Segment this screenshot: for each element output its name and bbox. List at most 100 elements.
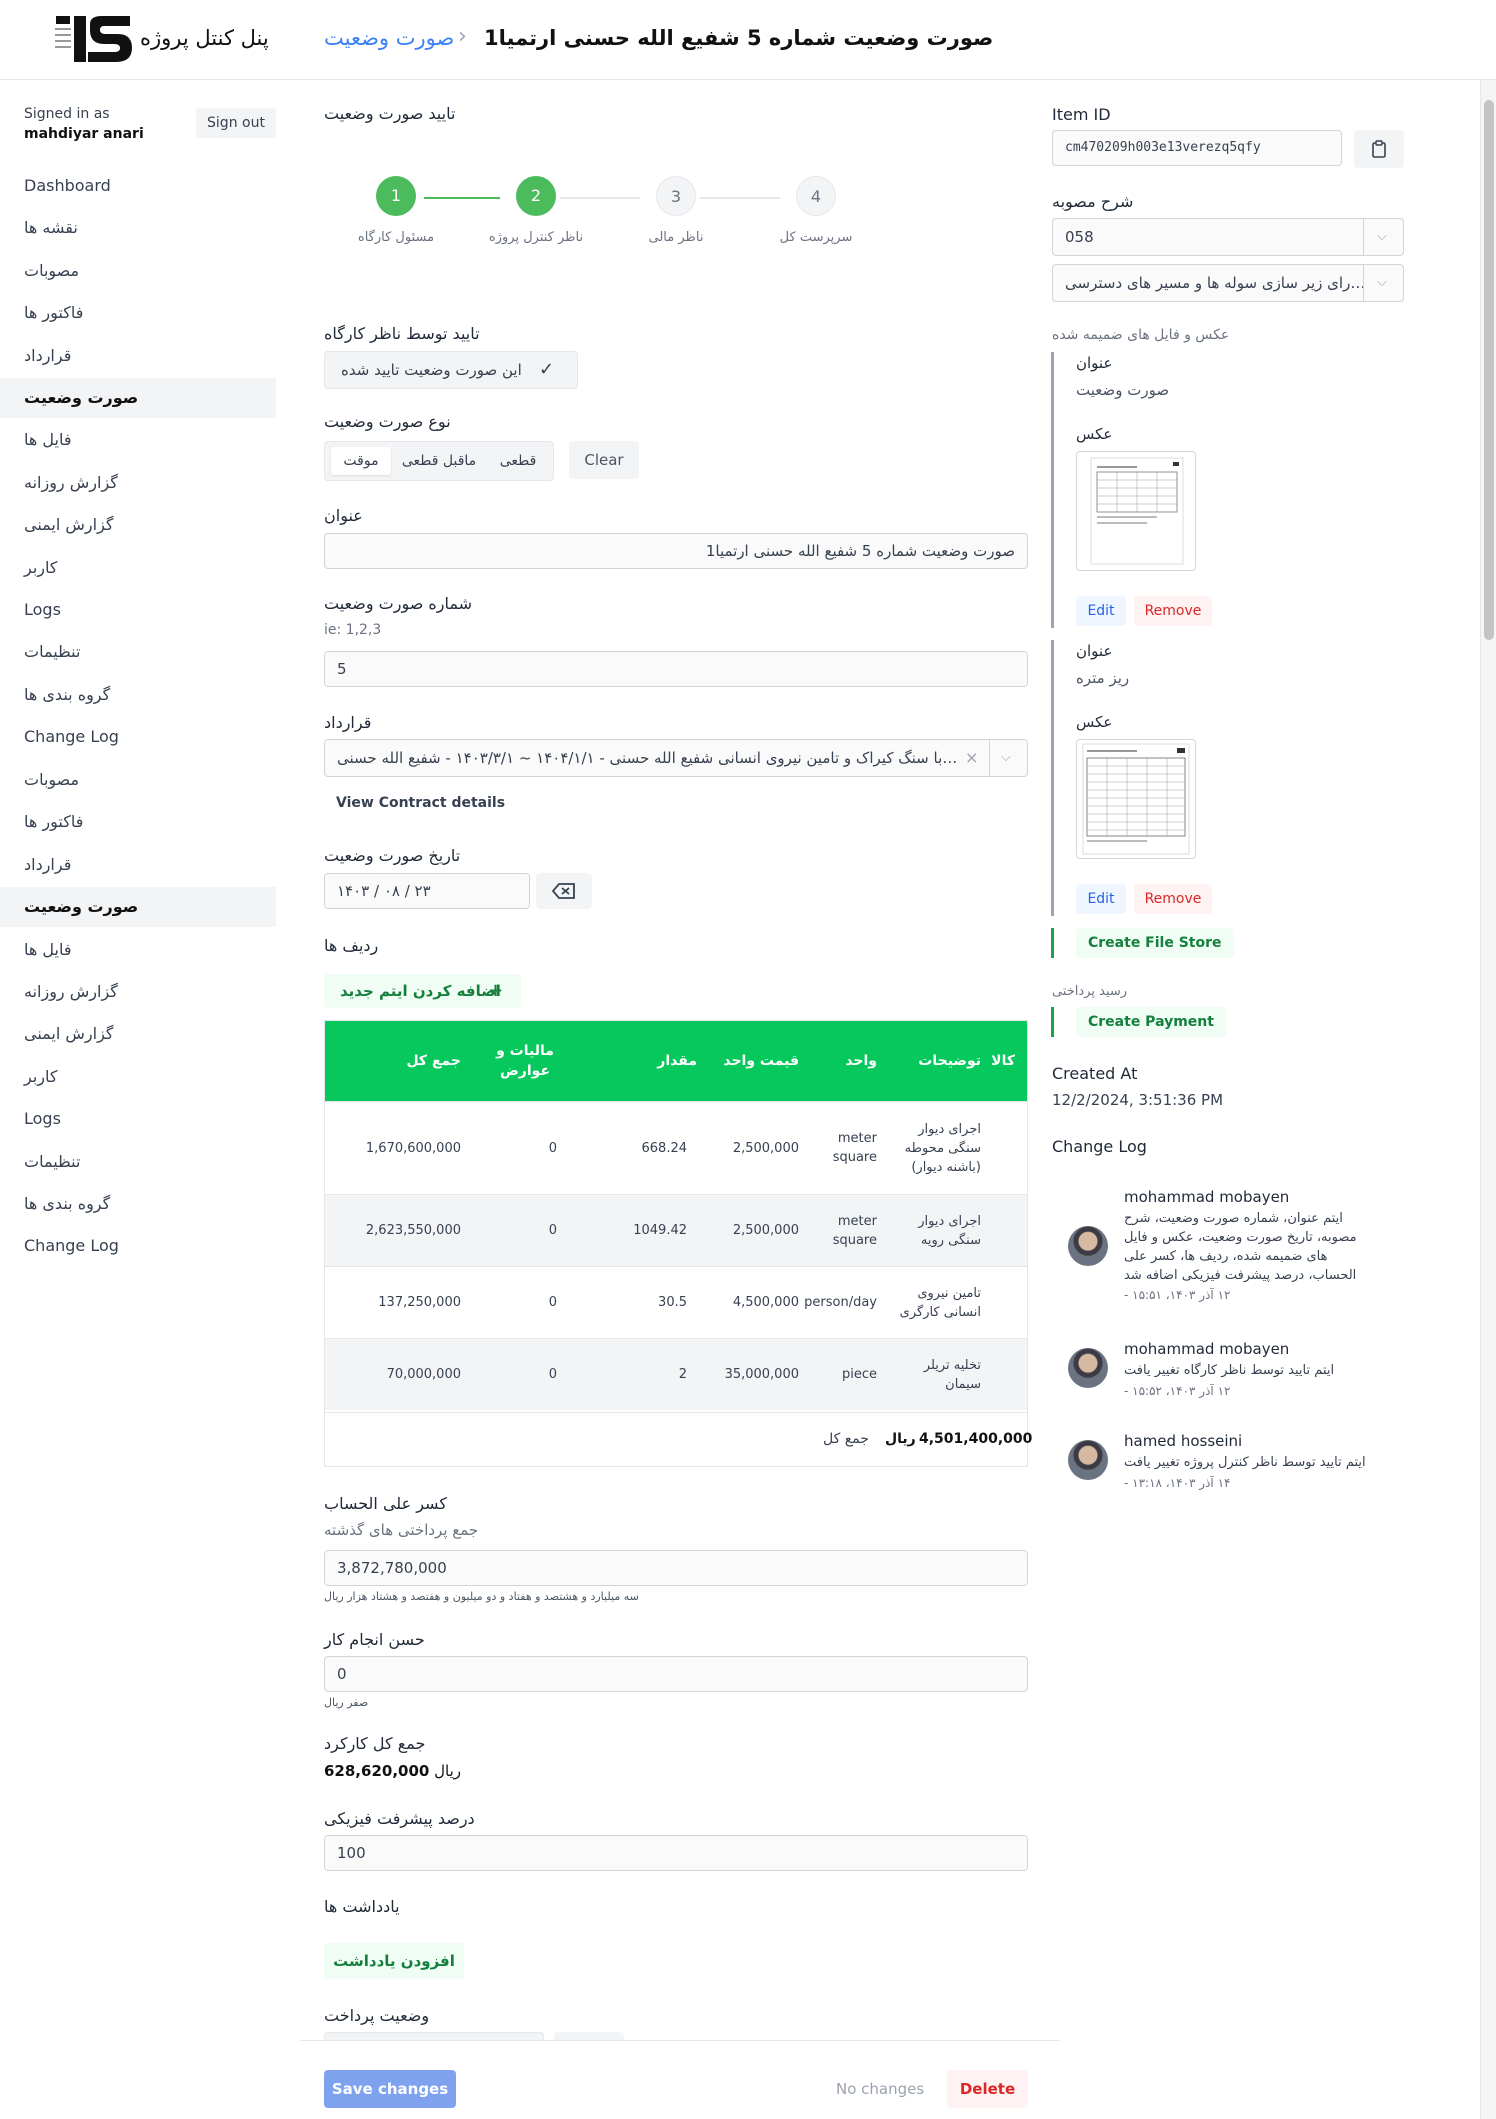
sidebar-item[interactable]: تنظیمات [0, 1142, 276, 1182]
attachment-thumbnail[interactable] [1076, 451, 1196, 571]
sidebar-item[interactable]: کاربر [0, 548, 276, 588]
date-input[interactable]: ۱۴۰۳ / ۰۸ / ۲۳ [324, 873, 530, 909]
sidebar-item[interactable]: Dashboard [0, 166, 276, 206]
table-row[interactable]: 1,670,600,000 0 668.24 2,500,000 meter squar… [325, 1101, 1027, 1194]
grand-total-value: 4,501,400,000 [919, 1431, 1033, 1447]
step-2-label: ناظر کنترل پروژه [488, 230, 584, 245]
deduction-words: سه میلیارد و هشتصد و هفتاد و دو میلیون و… [324, 1590, 639, 1603]
contract-select[interactable]: …با سنگ کیراک و تامین نیروی انسانی شفیع … [324, 739, 1028, 777]
payment-status-control[interactable] [324, 2032, 544, 2040]
approval-code-select[interactable]: 058 ⌵ [1052, 218, 1404, 256]
chevron-down-icon[interactable]: ⌵ [1377, 265, 1387, 301]
add-item-button[interactable]: + اضافه کردن ایتم جدید [324, 974, 521, 1008]
attachment-thumbnail[interactable] [1076, 739, 1196, 859]
sidebar-item[interactable]: مصوبات [0, 251, 276, 291]
sidebar-item[interactable]: قرارداد [0, 845, 276, 885]
sidebar-item[interactable]: فایل ها [0, 930, 276, 970]
supervisor-approval-value: این صورت وضعیت تایید شده [341, 361, 522, 379]
sidebar-item[interactable]: Change Log [0, 1226, 276, 1266]
clear-icon[interactable]: × [965, 740, 978, 776]
step-1-label: مسئول کارگاه [357, 230, 435, 245]
log-date: ۱۲ آذر ۱۴۰۳، ۱۵:۵۲ - [1124, 1384, 1231, 1398]
type-option-prefinal[interactable]: ماقبل قطعی [397, 447, 481, 475]
user-avatar [1068, 1226, 1108, 1266]
type-option-temporary[interactable]: موقت [331, 447, 391, 475]
sidebar-item[interactable]: گزارش ایمنی [0, 505, 276, 545]
payment-indicator [1051, 1007, 1054, 1037]
table-row[interactable]: 2,623,550,000 0 1049.42 2,500,000 meter squa… [325, 1194, 1027, 1266]
cell-tax: 0 [548, 1223, 557, 1238]
sidebar-item[interactable]: گزارش ایمنی [0, 1014, 276, 1054]
payment-status-clear[interactable] [554, 2032, 624, 2040]
cell-unit: meter square [832, 1131, 877, 1165]
sidebar-item[interactable]: فاکتور ها [0, 293, 276, 333]
save-changes-button[interactable]: Save changes [324, 2070, 456, 2108]
attachment-image-label: عکس [1076, 713, 1113, 731]
attachment-title: صورت وضعیت [1076, 381, 1170, 399]
top-header: پنل کنتل پروژه صورت وضعیت › صورت وضعیت ش… [0, 0, 1496, 80]
title-input[interactable]: صورت وضعیت شماره 5 شفیع الله حسنی ارتمیا… [324, 533, 1028, 569]
log-user: hamed hosseini [1124, 1432, 1243, 1450]
good-performance-input[interactable]: 0 [324, 1656, 1028, 1692]
sidebar-item[interactable]: صورت وضعیت [0, 378, 276, 418]
sidebar-item[interactable]: Logs [0, 1099, 276, 1139]
sidebar-item[interactable]: گزارش روزانه [0, 463, 276, 503]
scrollbar-thumb[interactable] [1484, 100, 1494, 640]
supervisor-approval-toggle[interactable]: ✓ این صورت وضعیت تایید شده [324, 351, 578, 389]
cell-tax: 0 [548, 1367, 557, 1382]
item-id-field[interactable]: cm470209h003e13verezq5qfy [1052, 130, 1342, 166]
attachment-indicator [1051, 352, 1054, 628]
create-file-store-button[interactable]: Create File Store [1076, 928, 1234, 958]
clear-date-button[interactable] [536, 873, 592, 909]
deduction-hint: جمع پرداختی های گذشته [324, 1521, 479, 1539]
sidebar-item[interactable]: مصوبات [0, 760, 276, 800]
sidebar-item[interactable]: کاربر [0, 1057, 276, 1097]
clear-type-button[interactable]: Clear [569, 441, 639, 479]
delete-button[interactable]: Delete [947, 2070, 1028, 2108]
sidebar-item[interactable]: صورت وضعیت [0, 887, 276, 928]
view-contract-link[interactable]: View Contract details [336, 795, 505, 811]
attachment-edit-button[interactable]: Edit [1076, 596, 1126, 626]
attachment-remove-button[interactable]: Remove [1134, 884, 1212, 914]
log-user: mohammad mobayen [1124, 1188, 1290, 1206]
backspace-icon [551, 883, 575, 899]
sidebar-item[interactable]: گروه بندی ها [0, 1184, 276, 1224]
sidebar-item[interactable]: Logs [0, 590, 276, 630]
log-date: ۱۴ آذر ۱۴۰۳، ۱۳:۱۸ - [1124, 1476, 1231, 1490]
sidebar-item[interactable]: Change Log [0, 717, 276, 757]
deduction-input[interactable]: 3,872,780,000 [324, 1550, 1028, 1586]
date-label: تاریخ صورت وضعیت [324, 846, 461, 865]
progress-input[interactable]: 100 [324, 1835, 1028, 1871]
sidebar-item[interactable]: فاکتور ها [0, 802, 276, 842]
table-row[interactable]: 70,000,000 0 2 35,000,000 piece تخلیه تریلر س… [325, 1338, 1027, 1410]
page-scrollbar[interactable] [1480, 80, 1496, 2119]
cell-desc: تامین نیروی انسانی کارگری [899, 1285, 981, 1320]
sidebar-item[interactable]: فایل ها [0, 420, 276, 460]
add-item-label: اضافه کردن ایتم جدید [340, 982, 501, 1000]
chevron-down-icon[interactable]: ⌵ [1377, 219, 1387, 255]
approval-desc-label: شرح مصوبه [1052, 192, 1134, 211]
approval-text-value: …رای زیر سازی سوله ها و مسیر های دسترسی [1065, 274, 1366, 292]
number-input[interactable]: 5 [324, 651, 1028, 687]
sidebar-item[interactable]: قرارداد [0, 336, 276, 376]
approval-text-select[interactable]: …رای زیر سازی سوله ها و مسیر های دسترسی … [1052, 264, 1404, 302]
brand-logo[interactable] [52, 10, 134, 68]
attachment-title-label: عنوان [1076, 354, 1113, 372]
sign-out-button[interactable]: Sign out [196, 108, 276, 138]
sidebar-item[interactable]: گزارش روزانه [0, 972, 276, 1012]
cell-unit-price: 2,500,000 [732, 1140, 799, 1156]
sidebar-item[interactable]: نقشه ها [0, 208, 276, 248]
breadcrumb-link[interactable]: صورت وضعیت [324, 26, 454, 50]
copy-button[interactable] [1354, 130, 1404, 168]
attachment-remove-button[interactable]: Remove [1134, 596, 1212, 626]
th-tax: مالیات و عوارض [496, 1043, 554, 1079]
attachment-edit-button[interactable]: Edit [1076, 884, 1126, 914]
add-note-button[interactable]: افزودن یادداشت [324, 1943, 464, 1979]
table-row[interactable]: 137,250,000 0 30.5 4,500,000 person/day تامین… [325, 1266, 1027, 1338]
chevron-down-icon[interactable]: ⌵ [1001, 740, 1011, 776]
title-label: عنوان [324, 506, 363, 525]
type-option-final[interactable]: قطعی [487, 447, 549, 475]
sidebar-item[interactable]: تنظیمات [0, 632, 276, 672]
sidebar-item[interactable]: گروه بندی ها [0, 675, 276, 715]
create-payment-button[interactable]: Create Payment [1076, 1007, 1226, 1037]
